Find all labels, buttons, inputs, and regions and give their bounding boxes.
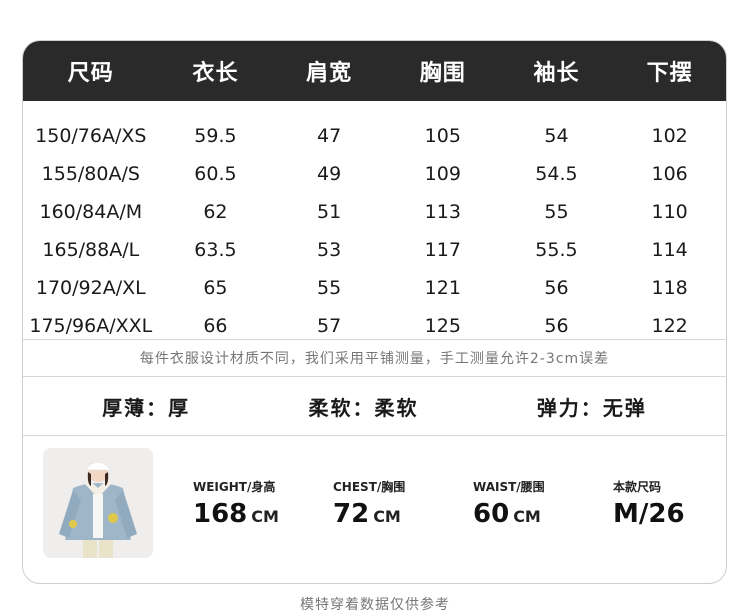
cell-size: 175/96A/XXL: [29, 315, 153, 337]
table-row: 160/84A/M 62 51 113 55 110: [23, 193, 726, 231]
cell-shoulder: 55: [317, 277, 342, 299]
footer-note: 模特穿着数据仅供参考: [300, 597, 450, 613]
cell-size: 160/84A/M: [39, 201, 143, 223]
cell-length: 66: [203, 315, 228, 337]
stat-chest: CHEST/胸围 72 CM: [333, 478, 473, 529]
stat-reading: 168 CM: [193, 499, 333, 529]
cell-length: 63.5: [194, 239, 237, 261]
cell-chest: 109: [424, 163, 461, 185]
stat-waist: WAIST/腰围 60 CM: [473, 478, 613, 529]
cell-hem: 122: [651, 315, 688, 337]
header-length: 衣长: [192, 61, 239, 86]
stat-value: 60: [473, 498, 510, 529]
header-size: 尺码: [67, 61, 114, 86]
attr-value: 厚: [168, 395, 191, 420]
attr-elasticity: 弹力： 无弹: [537, 392, 647, 421]
cell-sleeve: 55: [544, 201, 569, 223]
attr-label: 弹力：: [536, 395, 603, 420]
model-section: WEIGHT/身高 168 CM CHEST/胸围 72 CM WAIST/腰围 6…: [23, 436, 726, 570]
stat-reading: M/26: [613, 498, 726, 529]
cell-chest: 125: [424, 315, 461, 337]
cell-chest: 113: [424, 201, 461, 223]
stat-height: WEIGHT/身高 168 CM: [193, 478, 333, 529]
cell-size: 165/88A/L: [42, 239, 140, 261]
measurement-note: 每件衣服设计材质不同，我们采用平铺测量，手工测量允许2-3cm误差: [139, 351, 610, 367]
table-row: 165/88A/L 63.5 53 117 55.5 114: [23, 231, 726, 269]
stat-size: 本款尺码 M/26: [613, 478, 726, 529]
attr-label: 厚薄：: [102, 395, 169, 420]
cell-chest: 117: [424, 239, 461, 261]
stat-label: WAIST/腰围: [473, 479, 545, 494]
table-header: 尺码 衣长 肩宽 胸围 袖长 下摆: [23, 41, 726, 101]
stat-value: 72: [333, 498, 370, 529]
fabric-attributes: 厚薄： 厚 柔软： 柔软 弹力： 无弹: [23, 377, 726, 435]
attr-thickness: 厚薄： 厚: [102, 392, 190, 421]
cell-shoulder: 51: [317, 201, 342, 223]
cell-hem: 118: [651, 277, 688, 299]
stat-value: 168: [193, 498, 248, 529]
header-hem: 下摆: [646, 61, 693, 86]
stat-label: CHEST/胸围: [333, 479, 406, 494]
attr-softness: 柔软： 柔软: [308, 392, 418, 421]
attr-label: 柔软：: [308, 395, 375, 420]
model-photo: [43, 448, 153, 558]
cell-shoulder: 49: [317, 163, 342, 185]
header-chest: 胸围: [419, 61, 466, 86]
table-row: 155/80A/S 60.5 49 109 54.5 106: [23, 155, 726, 193]
header-sleeve: 袖长: [533, 61, 580, 86]
cell-hem: 114: [651, 239, 688, 261]
table-body: 150/76A/XS 59.5 47 105 54 102 155/80A/S …: [23, 101, 726, 339]
cell-sleeve: 56: [544, 315, 569, 337]
stat-unit: CM: [373, 506, 401, 526]
stat-unit: CM: [513, 506, 541, 526]
attr-value: 柔软: [374, 395, 419, 420]
cell-sleeve: 55.5: [535, 239, 578, 261]
stat-reading: 72 CM: [333, 499, 473, 529]
table-row: 150/76A/XS 59.5 47 105 54 102: [23, 117, 726, 155]
cell-length: 59.5: [194, 125, 237, 147]
cell-size: 155/80A/S: [41, 163, 140, 185]
cell-size: 170/92A/XL: [35, 277, 146, 299]
cell-sleeve: 56: [544, 277, 569, 299]
cell-length: 60.5: [194, 163, 237, 185]
cell-chest: 121: [424, 277, 461, 299]
model-figure-icon: [43, 448, 153, 558]
cell-shoulder: 53: [317, 239, 342, 261]
stat-label: 本款尺码: [613, 479, 662, 494]
cell-length: 65: [203, 277, 228, 299]
cell-sleeve: 54: [544, 125, 569, 147]
cell-hem: 102: [651, 125, 688, 147]
stat-unit: CM: [251, 506, 279, 526]
cell-hem: 106: [651, 163, 688, 185]
cell-sleeve: 54.5: [535, 163, 578, 185]
stat-reading: 60 CM: [473, 499, 613, 529]
size-chart-card: 尺码 衣长 肩宽 胸围 袖长 下摆 150/76A/XS 59.5 47 105…: [22, 40, 727, 584]
cell-shoulder: 57: [317, 315, 342, 337]
header-shoulder: 肩宽: [306, 61, 353, 86]
table-row: 170/92A/XL 65 55 121 56 118: [23, 269, 726, 307]
attr-value: 无弹: [602, 395, 647, 420]
cell-length: 62: [203, 201, 228, 223]
stat-label: WEIGHT/身高: [193, 479, 276, 494]
cell-shoulder: 47: [317, 125, 342, 147]
cell-size: 150/76A/XS: [35, 125, 147, 147]
cell-hem: 110: [651, 201, 688, 223]
stat-value: M/26: [613, 498, 685, 529]
model-stats: WEIGHT/身高 168 CM CHEST/胸围 72 CM WAIST/腰围 6…: [193, 478, 726, 529]
cell-chest: 105: [424, 125, 461, 147]
